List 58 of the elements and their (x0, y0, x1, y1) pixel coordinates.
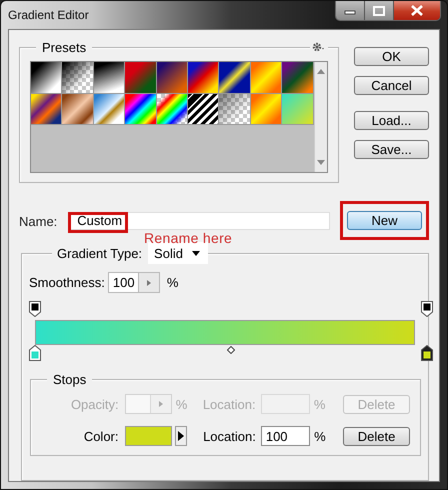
window-title: Gradient Editor (8, 8, 89, 22)
gradient-swatch[interactable] (219, 62, 251, 94)
gradient-swatch[interactable] (94, 62, 126, 94)
highlight-frame (68, 212, 128, 232)
unit-label: % (176, 396, 188, 412)
arrow-icon (178, 431, 184, 441)
field-label: Location: (203, 428, 256, 444)
color-menu-button[interactable] (174, 426, 188, 446)
dialog-button[interactable]: OK (354, 47, 429, 66)
field-label: Gradient Type: (52, 246, 148, 260)
maximize-icon (373, 6, 385, 16)
group-label: Stops (47, 372, 92, 386)
unit-label: % (314, 396, 326, 412)
gradient-swatch[interactable] (156, 62, 188, 94)
smoothness-field[interactable]: 100 (108, 272, 160, 293)
gradient-swatch[interactable] (125, 94, 157, 125)
field-label: Location: (202, 396, 256, 412)
gradient-swatch[interactable] (250, 94, 282, 125)
scrollbar[interactable] (314, 62, 327, 172)
gradient-swatch[interactable] (94, 94, 126, 125)
dialog-button[interactable]: Cancel (354, 76, 429, 95)
field-label: Opacity: (70, 396, 119, 412)
field-label: Color: (82, 428, 118, 444)
gradient-swatch[interactable] (282, 94, 314, 125)
delete-button[interactable]: Delete (343, 426, 410, 446)
gradient-swatch[interactable] (125, 62, 157, 94)
opacity-stop[interactable] (29, 301, 41, 317)
color-stop[interactable] (421, 345, 433, 361)
type-dropdown[interactable]: Solid (148, 242, 208, 264)
gradient-swatch[interactable] (188, 62, 220, 94)
dialog-button[interactable]: Save... (354, 140, 429, 159)
gradient-swatch[interactable] (282, 62, 314, 94)
new-button[interactable]: New (347, 211, 422, 230)
gradient-swatch[interactable] (31, 62, 62, 94)
gradient-swatch[interactable] (62, 94, 94, 125)
color-stop[interactable] (29, 345, 41, 361)
close-button[interactable] (394, 1, 440, 20)
minimize-button[interactable] (336, 1, 365, 20)
arrow-icon[interactable] (146, 280, 151, 286)
dialog-button[interactable]: Load... (354, 111, 429, 130)
unit-label: % (166, 275, 178, 290)
gradient-swatch[interactable] (219, 94, 251, 125)
opacity-stop[interactable] (421, 301, 433, 317)
gradient-swatch[interactable] (250, 62, 282, 94)
gradient-swatch[interactable] (188, 94, 220, 125)
scroll-up-icon[interactable] (317, 69, 325, 74)
gradient-swatch[interactable] (31, 94, 62, 125)
close-icon (410, 5, 424, 16)
maximize-button[interactable] (365, 1, 394, 20)
caret-icon (192, 250, 200, 256)
field-label: Name: (19, 214, 58, 229)
location-field[interactable]: 100 (260, 426, 310, 446)
field-label: Smoothness: (29, 275, 105, 290)
scroll-down-icon[interactable] (317, 160, 325, 165)
unit-label: % (314, 428, 327, 444)
gradient-swatch[interactable] (156, 94, 188, 125)
gradient-swatch[interactable] (62, 62, 94, 94)
color-swatch[interactable] (124, 426, 172, 446)
